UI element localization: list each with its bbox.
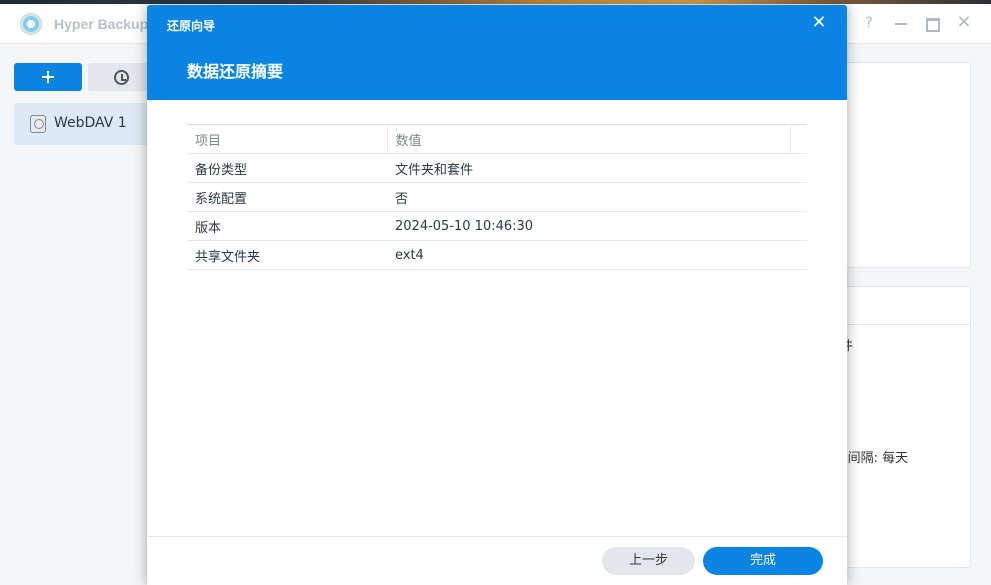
dialog-heading: 数据还原摘要 (187, 62, 284, 81)
webdav-icon (30, 115, 46, 133)
row-item-cell: 共享文件夹 (187, 240, 387, 270)
hyper-backup-logo-icon (20, 13, 42, 35)
dialog-close-icon[interactable]: ✕ (809, 13, 829, 33)
table-row: 备份类型 文件夹和套件 (187, 153, 807, 183)
dialog-header: 还原向导 ✕ 数据还原摘要 (147, 5, 847, 100)
row-item-cell: 版本 (187, 211, 387, 241)
history-icon (114, 70, 129, 85)
close-window-icon[interactable]: ✕ (955, 14, 973, 32)
table-row: 版本 2024-05-10 10:46:30 (187, 211, 807, 241)
row-value-cell: ext4 (387, 240, 807, 270)
maximize-icon[interactable] (923, 14, 941, 32)
app-title: Hyper Backup (54, 16, 149, 32)
help-icon[interactable]: ? (860, 14, 878, 32)
restore-history-button[interactable] (88, 63, 156, 91)
row-item-cell: 系统配置 (187, 182, 387, 212)
table-row: 共享文件夹 ext4 (187, 240, 807, 270)
sidebar-item-label: WebDAV 1 (54, 115, 127, 131)
add-task-button[interactable] (14, 63, 82, 91)
row-value-cell: 否 (387, 182, 807, 212)
table-header-row: 项目 数值 (187, 124, 807, 154)
dialog-footer: 上一步 完成 (147, 536, 847, 585)
finish-button[interactable]: 完成 (703, 547, 823, 575)
table-row: 系统配置 否 (187, 182, 807, 212)
restore-wizard-dialog: 还原向导 ✕ 数据还原摘要 项目 数值 备份类型 文件夹和套件 系统配置 否 版… (147, 5, 847, 585)
row-value-cell: 文件夹和套件 (387, 153, 807, 183)
sidebar-item-webdav-1[interactable]: WebDAV 1 (14, 103, 154, 145)
previous-step-button[interactable]: 上一步 (602, 547, 695, 575)
column-header-value[interactable]: 数值 (387, 124, 791, 154)
row-value-cell: 2024-05-10 10:46:30 (387, 211, 807, 241)
column-header-spacer (790, 124, 807, 154)
row-item-cell: 备份类型 (187, 153, 387, 183)
column-header-item[interactable]: 项目 (187, 124, 388, 154)
dialog-window-title: 还原向导 (167, 19, 216, 33)
minimize-icon[interactable] (892, 14, 910, 32)
summary-table: 项目 数值 备份类型 文件夹和套件 系统配置 否 版本 2024-05-10 1… (187, 124, 807, 270)
